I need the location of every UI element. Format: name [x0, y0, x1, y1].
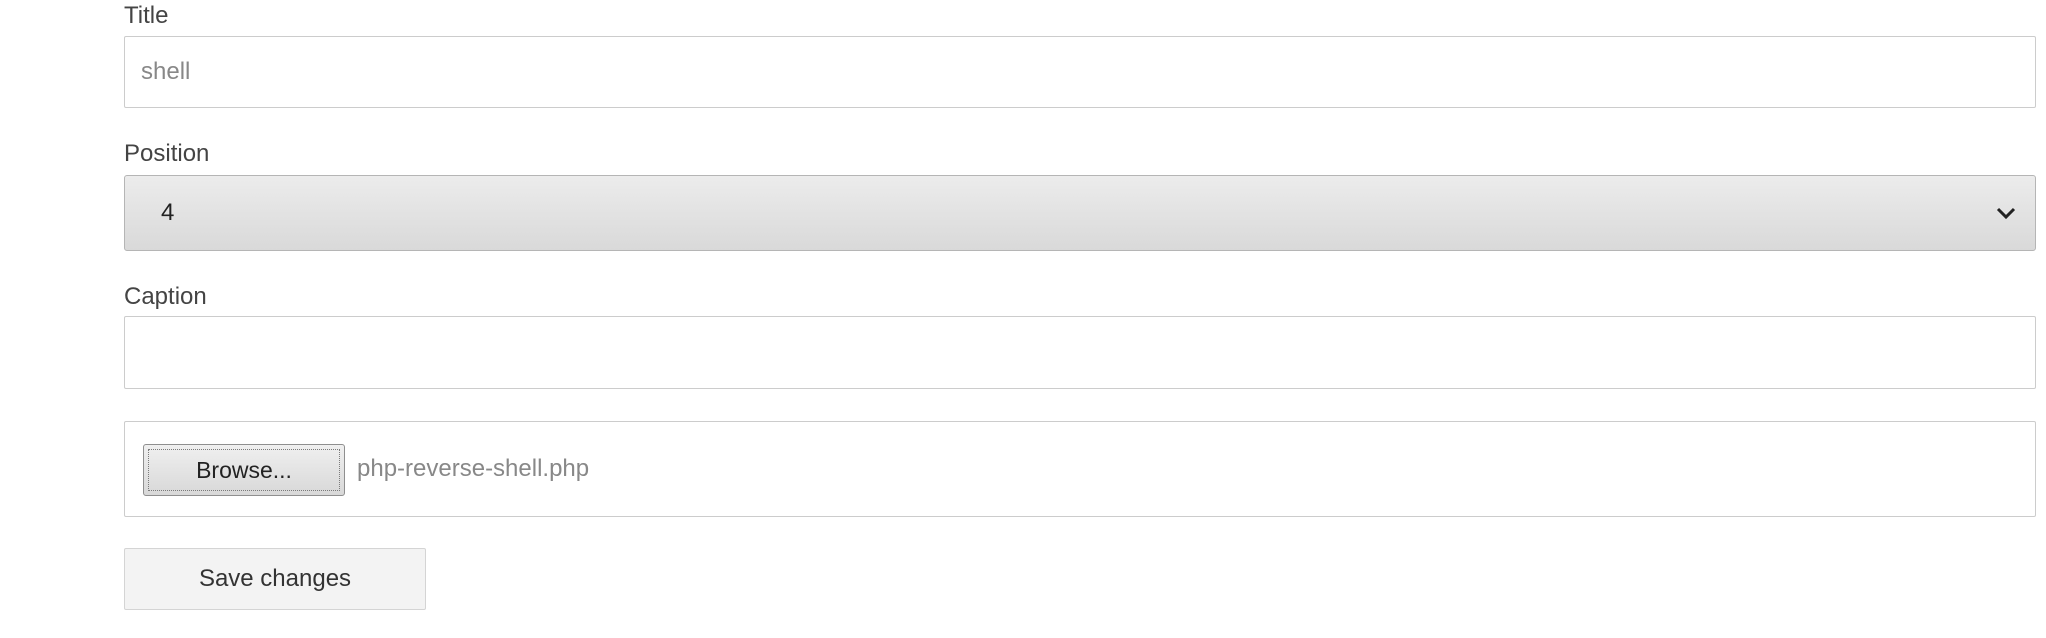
save-changes-button[interactable]: Save changes: [124, 548, 426, 610]
position-select-value: 4: [161, 199, 175, 226]
position-select[interactable]: 4: [124, 175, 2036, 251]
browse-button[interactable]: Browse...: [143, 444, 345, 496]
file-upload-field: Browse... php-reverse-shell.php: [124, 421, 2036, 517]
title-input[interactable]: shell: [124, 36, 2036, 108]
selected-file-name: php-reverse-shell.php: [357, 455, 590, 482]
chevron-down-icon: [1996, 207, 2016, 220]
browse-button-label: Browse...: [196, 456, 292, 483]
title-input-value: shell: [141, 58, 191, 85]
caption-input[interactable]: [124, 316, 2036, 389]
title-label: Title: [124, 2, 169, 29]
caption-label: Caption: [124, 283, 207, 310]
position-label: Position: [124, 140, 210, 167]
